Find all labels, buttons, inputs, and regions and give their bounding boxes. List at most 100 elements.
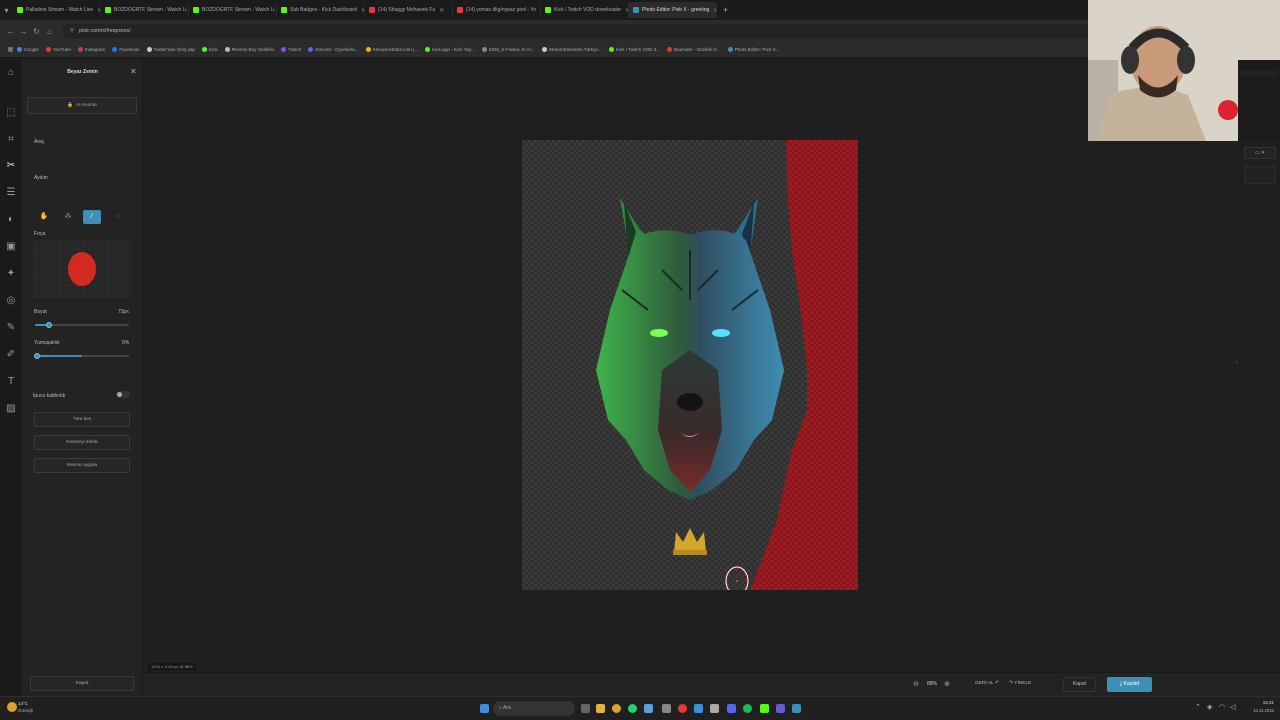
settings-icon[interactable] bbox=[662, 704, 671, 713]
close-panel-icon[interactable]: ✕ bbox=[130, 67, 137, 76]
taskbar-search[interactable]: ⌕ Ara bbox=[493, 701, 575, 716]
adjust-icon[interactable]: ☰ bbox=[4, 186, 18, 200]
apply-cutout-button[interactable]: Kesme uygula bbox=[34, 458, 130, 473]
layer-thumbnail[interactable] bbox=[1244, 166, 1276, 184]
browser-tab-active[interactable]: Photo Editor: Pixlr X - greeting✕ bbox=[629, 2, 717, 18]
app-icon[interactable] bbox=[644, 704, 653, 713]
browser-tab[interactable]: BOZDOGRTF Stream - Watch Li✕ bbox=[101, 2, 189, 18]
ai-cutout-button[interactable]: 🔒 AI Kesme bbox=[27, 97, 137, 114]
redo-button[interactable]: ↷ YİNELE bbox=[1009, 681, 1031, 686]
lasso-tool-icon[interactable]: ◌ bbox=[109, 210, 127, 224]
clock-time[interactable]: 15:31 bbox=[1248, 700, 1274, 705]
whatsapp-icon[interactable] bbox=[628, 704, 637, 713]
collapse-arrow-icon[interactable]: › bbox=[1236, 360, 1238, 366]
filter-icon[interactable]: ◐ bbox=[4, 213, 18, 227]
reload-icon[interactable]: ↻ bbox=[30, 27, 43, 36]
softness-slider-handle[interactable] bbox=[34, 353, 40, 359]
browser-tab[interactable]: Palladine Stream - Watch Live✕ bbox=[13, 2, 101, 18]
forward-icon[interactable]: → bbox=[17, 27, 30, 36]
bookmark[interactable]: EDM_E-Fatura, E-Ar... bbox=[481, 47, 535, 52]
cutout-scissors-icon[interactable]: ✂ bbox=[4, 159, 18, 173]
bookmark[interactable]: Google bbox=[17, 47, 39, 52]
undo-icon: ↶ bbox=[994, 681, 999, 686]
store-icon[interactable] bbox=[710, 704, 719, 713]
tab-label: BOZDOGRTF Stream - Watch Li bbox=[202, 7, 275, 13]
bookmark[interactable]: Bauhutte - Güzelik Ö... bbox=[667, 47, 721, 52]
url-field[interactable]: ⚲ pixlr.com/x/#express/ bbox=[62, 24, 1122, 38]
tab-menu-icon[interactable]: ▾ bbox=[0, 6, 13, 15]
draw-icon[interactable]: ✎ bbox=[4, 321, 18, 335]
weather-temp[interactable]: 14°C bbox=[18, 701, 28, 706]
youtube-favicon-icon bbox=[369, 7, 375, 13]
file-explorer-icon[interactable] bbox=[596, 704, 605, 713]
liquify-icon[interactable]: ◎ bbox=[4, 294, 18, 308]
redo-icon: ↷ bbox=[1009, 681, 1014, 686]
opera-icon[interactable] bbox=[678, 704, 687, 713]
chrome-icon[interactable] bbox=[612, 704, 621, 713]
bookmark[interactable]: Kick.app - Kick Yay... bbox=[425, 47, 475, 52]
bookmark[interactable]: StreamElements Türkçe... bbox=[541, 47, 602, 52]
bookmark[interactable]: Kick bbox=[202, 47, 218, 52]
site-info-icon[interactable]: ⚲ bbox=[70, 28, 74, 34]
reset-cutout-button[interactable]: Kesmeyi sıfırla bbox=[34, 435, 130, 450]
brush-tool-icon[interactable]: ⁄ bbox=[83, 210, 101, 224]
crop-icon[interactable]: ⌗ bbox=[4, 133, 18, 147]
home-icon[interactable]: ⌂ bbox=[4, 66, 18, 80]
browser-tab[interactable]: Kick / Twitch VOD downloader✕ bbox=[541, 2, 629, 18]
close-tab-icon[interactable]: ✕ bbox=[439, 7, 444, 14]
bookmark[interactable]: YouTube bbox=[45, 47, 71, 52]
bookmark[interactable]: Kick / Twitch VOD d... bbox=[608, 47, 660, 52]
hint-toggle[interactable] bbox=[116, 391, 130, 398]
close-panel-button[interactable]: Kapat bbox=[30, 676, 134, 691]
back-icon[interactable]: ← bbox=[4, 27, 17, 36]
home-icon[interactable]: ⌂ bbox=[43, 27, 56, 36]
edge-icon[interactable] bbox=[694, 704, 703, 713]
cut-all-button[interactable]: Tüm kes bbox=[34, 412, 130, 427]
paint-icon[interactable]: ✐ bbox=[4, 348, 18, 362]
effect-icon[interactable]: ▣ bbox=[4, 240, 18, 254]
kick-icon[interactable] bbox=[760, 704, 769, 713]
bookmark[interactable]: Photo Editor: Pixlr X... bbox=[727, 47, 780, 52]
magic-wand-icon[interactable]: ⁂ bbox=[59, 210, 77, 224]
zoom-in-icon[interactable]: ⊕ bbox=[944, 680, 950, 688]
bookmark[interactable]: Twitch bbox=[281, 47, 301, 52]
pattern-icon[interactable]: ▨ bbox=[4, 402, 18, 416]
text-icon[interactable]: T bbox=[4, 375, 18, 389]
pixlr-app-icon[interactable] bbox=[792, 704, 801, 713]
bookmark[interactable]: Instagram bbox=[77, 47, 105, 52]
weather-text[interactable]: Güneşli bbox=[18, 708, 33, 713]
zoom-out-icon[interactable]: ⊖ bbox=[913, 680, 919, 688]
bookmark[interactable]: Resmin Boy Geldirici bbox=[224, 47, 274, 52]
wifi-icon[interactable]: ◠ bbox=[1219, 703, 1225, 711]
browser-tab[interactable]: Sub Badges - Kick Dashboard✕ bbox=[277, 2, 365, 18]
bookmark[interactable]: Discord - Oyunlarla... bbox=[308, 47, 359, 52]
size-slider-handle[interactable] bbox=[46, 322, 53, 328]
image-canvas[interactable] bbox=[522, 140, 858, 590]
bookmark[interactable]: Facebook bbox=[112, 47, 140, 52]
browser-tab[interactable]: (14) Shaggy Mohawnk Fu ✕ bbox=[365, 2, 453, 18]
apps-grid-icon[interactable]: ▦ bbox=[4, 46, 17, 53]
new-tab-icon[interactable]: + bbox=[723, 5, 728, 15]
windows-start-icon[interactable] bbox=[480, 704, 489, 713]
retouch-icon[interactable]: ✦ bbox=[4, 267, 18, 281]
network-icon[interactable]: ◈ bbox=[1207, 703, 1212, 711]
arrange-icon[interactable]: ⬚ bbox=[4, 106, 18, 120]
zoom-level[interactable]: 88% bbox=[927, 681, 937, 687]
close-tab-icon[interactable]: ✕ bbox=[713, 7, 716, 14]
close-button[interactable]: Kapat bbox=[1063, 677, 1096, 692]
obs-icon[interactable] bbox=[776, 704, 785, 713]
task-view-icon[interactable] bbox=[581, 704, 590, 713]
clock-date[interactable]: 14.11.2024 bbox=[1246, 708, 1274, 713]
browser-tab[interactable]: BOZDOGRTF Stream - Watch Li✕ bbox=[189, 2, 277, 18]
volume-icon[interactable]: ◁ bbox=[1230, 703, 1235, 711]
hand-tool-icon[interactable]: ✋ bbox=[35, 210, 53, 224]
browser-tab[interactable]: (14) yomas dkg/nypaz pool - Yo✕ bbox=[453, 2, 541, 18]
tray-chevron-icon[interactable]: ⌃ bbox=[1195, 703, 1201, 711]
bookmark[interactable]: StreamerStats.com |... bbox=[365, 47, 418, 52]
undo-button[interactable]: GERİ AL ↶ bbox=[975, 681, 999, 686]
bookmark[interactable]: Twitter'dan Giriş yap bbox=[146, 47, 195, 52]
spotify-icon[interactable] bbox=[743, 704, 752, 713]
save-button[interactable]: ⤓ Kaydet bbox=[1107, 677, 1152, 692]
webcam-controls[interactable]: ▭ ✕ bbox=[1244, 147, 1276, 159]
discord-icon[interactable] bbox=[727, 704, 736, 713]
